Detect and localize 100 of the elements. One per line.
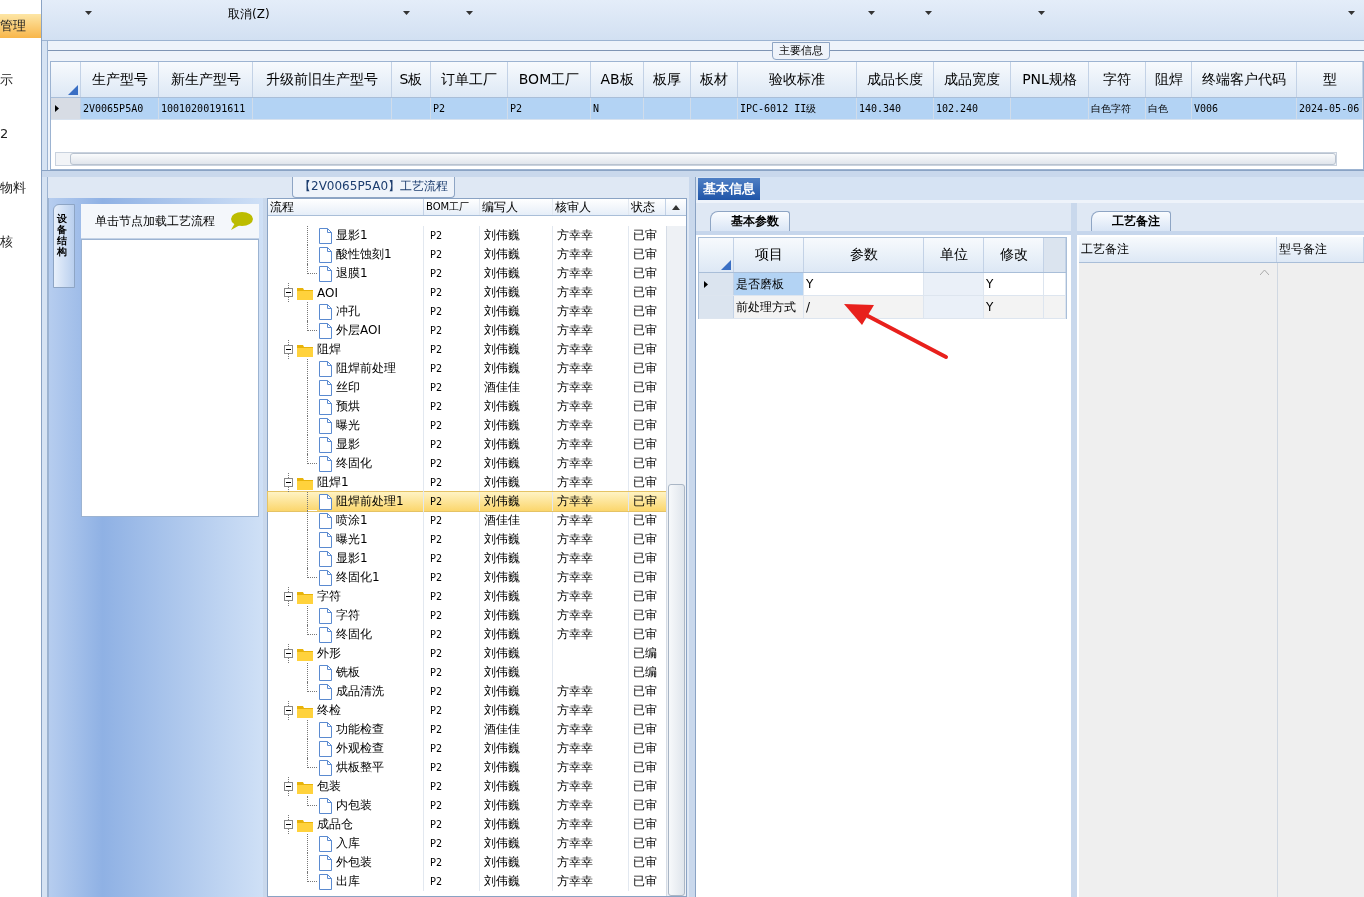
tree-row[interactable]: 字符 P2 刘伟巍 方幸幸 已审 [268, 606, 666, 625]
nav-item[interactable]: 示 [0, 68, 41, 92]
tree-row[interactable]: 终固化 P2 刘伟巍 方幸幸 已审 [268, 454, 666, 473]
column-header[interactable]: 升级前旧生产型号 [253, 62, 392, 97]
collapse-icon[interactable] [284, 649, 293, 658]
tab[interactable]: 基本参数 [710, 211, 790, 231]
tree-row[interactable]: 阻焊 P2 刘伟巍 方幸幸 已审 [268, 340, 666, 359]
splitter-handle[interactable] [42, 170, 1364, 177]
cancel-command[interactable]: 取消(Z) [228, 6, 270, 23]
collapse-icon[interactable] [284, 288, 293, 297]
caret-icon[interactable] [85, 11, 92, 15]
column-header[interactable]: 成品长度 [857, 62, 934, 97]
column-header[interactable]: 状态 [629, 199, 666, 215]
column-header[interactable]: 单位 [924, 238, 984, 272]
tree-row[interactable]: 喷涂1 P2 酒佳佳 方幸幸 已审 [268, 511, 666, 530]
tree-row[interactable]: 内包装 P2 刘伟巍 方幸幸 已审 [268, 796, 666, 815]
column-header[interactable]: 流程 [268, 199, 424, 215]
column-header[interactable]: AB板 [591, 62, 644, 97]
tree-row[interactable]: 字符 P2 刘伟巍 方幸幸 已审 [268, 587, 666, 606]
tree-row[interactable]: 终检 P2 刘伟巍 方幸幸 已审 [268, 701, 666, 720]
caret-icon[interactable] [1038, 11, 1045, 15]
tree-row[interactable]: 预烘 P2 刘伟巍 方幸幸 已审 [268, 397, 666, 416]
tree-row[interactable]: 终固化 P2 刘伟巍 方幸幸 已审 [268, 625, 666, 644]
tree-row[interactable]: 酸性蚀刻1 P2 刘伟巍 方幸幸 已审 [268, 245, 666, 264]
tree-row[interactable]: 铣板 P2 刘伟巍 已编 [268, 663, 666, 682]
column-header[interactable]: PNL规格 [1011, 62, 1089, 97]
caret-icon[interactable] [403, 11, 410, 15]
tab[interactable]: 工艺备注 [1091, 211, 1171, 231]
column-header[interactable]: 终端客户代码 [1192, 62, 1297, 97]
table-cell: 刘伟巍 [484, 417, 520, 434]
column-header[interactable]: 字符 [1089, 62, 1146, 97]
column-header[interactable]: 生产型号 [81, 62, 159, 97]
tree-row[interactable]: 阻焊前处理 P2 刘伟巍 方幸幸 已审 [268, 359, 666, 378]
scroll-up-icon[interactable] [672, 204, 680, 210]
nav-item[interactable]: 物料 [0, 176, 41, 200]
tree-row[interactable]: 成品清洗 P2 刘伟巍 方幸幸 已审 [268, 682, 666, 701]
vertical-tab[interactable]: 设备结构 [53, 204, 75, 288]
collapse-icon[interactable] [284, 706, 293, 715]
tab[interactable]: 基本信息 [698, 178, 760, 200]
table-row[interactable]: 是否磨板 Y Y [699, 273, 1066, 296]
row-header[interactable] [51, 98, 81, 119]
tree-row[interactable]: 曝光 P2 刘伟巍 方幸幸 已审 [268, 416, 666, 435]
tree-row[interactable]: 入库 P2 刘伟巍 方幸幸 已审 [268, 834, 666, 853]
column-header[interactable]: BOM工厂 [508, 62, 591, 97]
column-header[interactable]: 型 [1297, 62, 1363, 97]
tree-row[interactable]: 终固化1 P2 刘伟巍 方幸幸 已审 [268, 568, 666, 587]
column-header[interactable]: 项目 [734, 238, 804, 272]
tree-label: 外形 [317, 645, 341, 662]
nav-item[interactable]: 管理 [0, 14, 41, 38]
column-header[interactable]: 核审人 [553, 199, 629, 215]
tree-row[interactable]: 曝光1 P2 刘伟巍 方幸幸 已审 [268, 530, 666, 549]
tree-row[interactable]: 烘板整平 P2 刘伟巍 方幸幸 已审 [268, 758, 666, 777]
tree-row[interactable]: 外层AOI P2 刘伟巍 方幸幸 已审 [268, 321, 666, 340]
collapse-icon[interactable] [284, 820, 293, 829]
table-cell: N [593, 103, 600, 114]
column-header[interactable]: 新生产型号 [159, 62, 253, 97]
tree-row[interactable]: 显影1 P2 刘伟巍 方幸幸 已审 [268, 226, 666, 245]
column-header[interactable]: S板 [392, 62, 431, 97]
splitter-handle[interactable] [689, 177, 695, 897]
tree-row[interactable]: 外包装 P2 刘伟巍 方幸幸 已审 [268, 853, 666, 872]
horizontal-scrollbar[interactable] [55, 152, 1337, 166]
tree-row[interactable]: 阻焊前处理1 P2 刘伟巍 方幸幸 已审 [268, 492, 666, 511]
tree-row[interactable]: 退膜1 P2 刘伟巍 方幸幸 已审 [268, 264, 666, 283]
tree-row[interactable]: 显影1 P2 刘伟巍 方幸幸 已审 [268, 549, 666, 568]
tree-row[interactable]: 冲孔 P2 刘伟巍 方幸幸 已审 [268, 302, 666, 321]
tree-row[interactable]: 外形 P2 刘伟巍 已编 [268, 644, 666, 663]
tree-row[interactable]: 成品仓 P2 刘伟巍 方幸幸 已审 [268, 815, 666, 834]
table-row[interactable]: 前处理方式 / Y [699, 296, 1066, 319]
caret-icon[interactable] [466, 11, 473, 15]
collapse-icon[interactable] [284, 345, 293, 354]
column-header[interactable]: 板材 [691, 62, 738, 97]
nav-item[interactable]: 核 [0, 230, 41, 254]
caret-icon[interactable] [1348, 11, 1355, 15]
table-row[interactable]: 2V0065P5A0 10010200191611 P2 P2 N IPC-6012 II级 140.340 102.240 白色字符 白色 V006 2024-05-06 [51, 98, 1363, 120]
collapse-icon[interactable] [284, 478, 293, 487]
column-header[interactable]: 阻焊 [1146, 62, 1192, 97]
tree-row[interactable]: 功能检查 P2 酒佳佳 方幸幸 已审 [268, 720, 666, 739]
tree-row[interactable]: 外观检查 P2 刘伟巍 方幸幸 已审 [268, 739, 666, 758]
column-header[interactable]: 验收标准 [738, 62, 857, 97]
caret-icon[interactable] [868, 11, 875, 15]
column-header[interactable]: 参数 [804, 238, 924, 272]
tree-row[interactable]: AOI P2 刘伟巍 方幸幸 已审 [268, 283, 666, 302]
caret-icon[interactable] [925, 11, 932, 15]
column-header[interactable]: BOM工厂 [424, 199, 480, 215]
tree-row[interactable]: 显影 P2 刘伟巍 方幸幸 已审 [268, 435, 666, 454]
column-header[interactable]: 板厚 [644, 62, 691, 97]
splitter-handle[interactable] [263, 198, 267, 897]
collapse-icon[interactable] [284, 592, 293, 601]
tree-row[interactable]: 丝印 P2 酒佳佳 方幸幸 已审 [268, 378, 666, 397]
tree-row[interactable]: 包装 P2 刘伟巍 方幸幸 已审 [268, 777, 666, 796]
column-header[interactable]: 订单工厂 [431, 62, 508, 97]
column-header[interactable]: 工艺备注 [1079, 237, 1277, 262]
column-header[interactable]: 型号备注 [1277, 237, 1364, 262]
column-header[interactable]: 成品宽度 [934, 62, 1011, 97]
column-header[interactable]: 编写人 [480, 199, 553, 215]
nav-item[interactable]: 2 [0, 122, 41, 146]
collapse-icon[interactable] [284, 782, 293, 791]
tree-row[interactable]: 出库 P2 刘伟巍 方幸幸 已审 [268, 872, 666, 891]
vertical-scrollbar[interactable] [666, 226, 686, 896]
splitter-handle[interactable] [1071, 203, 1077, 897]
